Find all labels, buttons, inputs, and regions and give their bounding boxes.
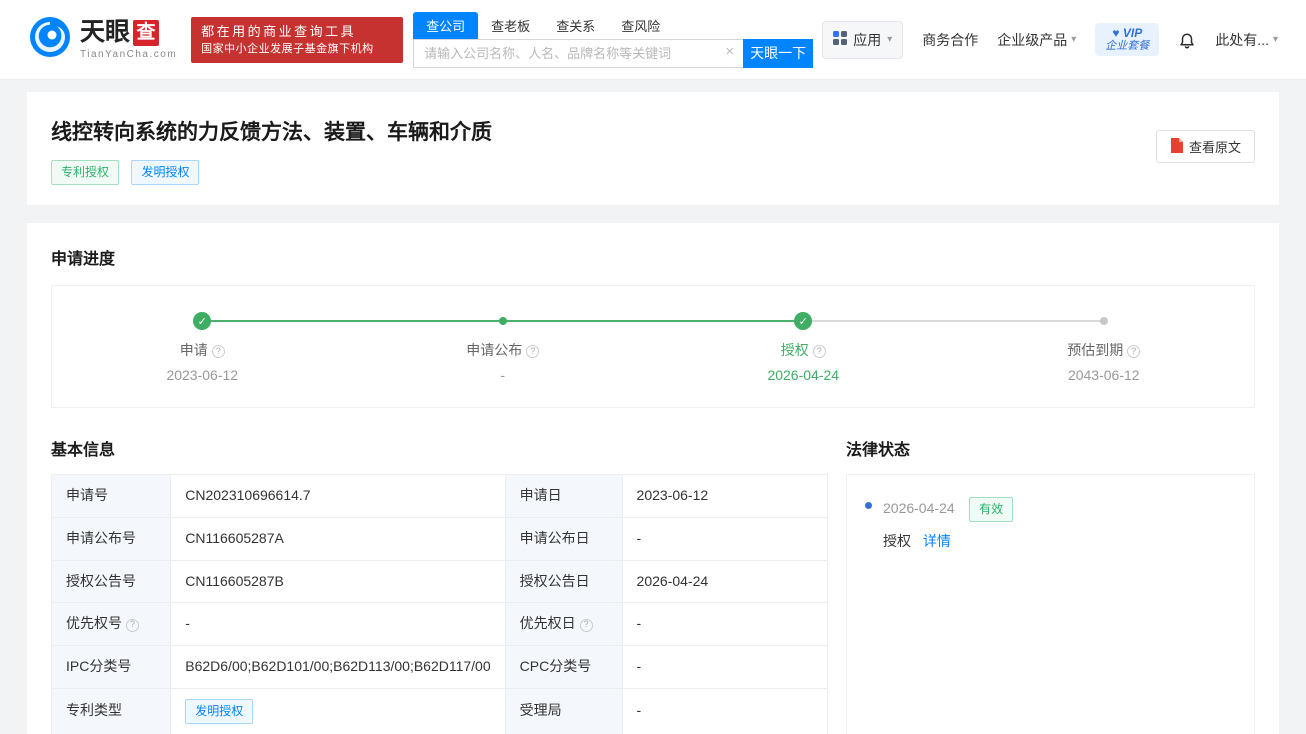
chevron-down-icon: ▾ — [1273, 34, 1278, 45]
tab-search-boss[interactable]: 查老板 — [478, 12, 543, 39]
logo-domain: TianYanCha.com — [80, 49, 177, 60]
legal-status-panel: 2026-04-24 有效 授权 详情 — [846, 474, 1255, 734]
field-label: 申请公布号 — [52, 517, 171, 560]
header: 天眼 查 TianYanCha.com 都在用的商业查询工具 国家中小企业发展子… — [0, 0, 1306, 80]
field-value: B62D6/00;B62D101/00;B62D113/00;B62D117/0… — [171, 645, 505, 688]
field-label: 受理局 — [505, 688, 622, 734]
application-timeline: ✓ ✓ 申请? 2023-06-12 申请公布? - 授权? 2026-04-2… — [51, 285, 1255, 408]
info-icon[interactable]: ? — [126, 619, 139, 632]
field-label: 申请号 — [52, 475, 171, 518]
section-title-legal-status: 法律状态 — [846, 436, 1255, 460]
field-label: 申请公布日 — [505, 517, 622, 560]
check-circle-icon: ✓ — [193, 312, 211, 330]
basic-info-table: 申请号 CN202310696614.7 申请日 2023-06-12 申请公布… — [51, 474, 828, 734]
timeline-line-pending — [803, 320, 1104, 322]
patent-tags: 专利授权 发明授权 — [51, 160, 1255, 185]
search-area: 查公司 查老板 查关系 查风险 × 天眼一下 — [413, 12, 813, 68]
nav-business-cooperation[interactable]: 商务合作 — [922, 30, 978, 50]
field-value: CN116605287A — [171, 517, 505, 560]
slogan-line1: 都在用的商业查询工具 — [201, 22, 393, 42]
apps-label: 应用 — [853, 30, 881, 50]
field-value: - — [622, 688, 827, 734]
field-value: CN116605287B — [171, 560, 505, 603]
search-tabs: 查公司 查老板 查关系 查风险 — [413, 12, 813, 39]
clear-icon[interactable]: × — [725, 44, 734, 59]
logo-brand: 天眼 查 — [80, 20, 177, 46]
field-value: 2023-06-12 — [622, 475, 827, 518]
info-icon[interactable]: ? — [1127, 345, 1140, 358]
tab-search-company[interactable]: 查公司 — [413, 12, 478, 39]
tab-search-risk[interactable]: 查风险 — [608, 12, 673, 39]
field-value: 2026-04-24 — [622, 560, 827, 603]
field-label: 授权公告日 — [505, 560, 622, 603]
apps-dropdown[interactable]: 应用 ▾ — [822, 21, 903, 59]
field-label: 专利类型 — [52, 688, 171, 734]
view-original-button[interactable]: 查看原文 — [1156, 130, 1255, 163]
check-circle-icon: ✓ — [794, 312, 812, 330]
field-value: - — [622, 603, 827, 646]
main-content: 线控转向系统的力反馈方法、装置、车辆和介质 专利授权 发明授权 查看原文 申请进… — [0, 80, 1306, 734]
field-value: - — [622, 517, 827, 560]
info-icon[interactable]: ? — [526, 345, 539, 358]
section-title-progress: 申请进度 — [51, 245, 1255, 269]
timeline-step-publication: 申请公布? - — [353, 340, 654, 383]
pdf-icon — [1170, 138, 1183, 156]
tag-valid: 有效 — [969, 497, 1013, 522]
field-label: 申请日 — [505, 475, 622, 518]
chevron-down-icon: ▾ — [887, 34, 892, 45]
apps-grid-icon — [833, 31, 847, 48]
search-button[interactable]: 天眼一下 — [743, 39, 813, 68]
header-nav: 应用 ▾ 商务合作 企业级产品 ▾ ♥ VIP 企业套餐 此处有... ▾ — [822, 21, 1278, 59]
table-row: 申请公布号 CN116605287A 申请公布日 - — [52, 517, 828, 560]
field-label: 优先权号? — [52, 603, 171, 646]
timeline-step-grant: 授权? 2026-04-24 — [653, 340, 954, 383]
field-value: - — [622, 645, 827, 688]
table-row: 授权公告号 CN116605287B 授权公告日 2026-04-24 — [52, 560, 828, 603]
table-row: IPC分类号 B62D6/00;B62D101/00;B62D113/00;B6… — [52, 645, 828, 688]
search-input[interactable] — [413, 39, 743, 68]
notification-bell-icon[interactable] — [1178, 30, 1196, 49]
field-value: 发明授权 — [171, 688, 505, 734]
slogan-line2: 国家中小企业发展子基金旗下机构 — [201, 42, 393, 57]
field-label: 授权公告号 — [52, 560, 171, 603]
table-row: 专利类型 发明授权 受理局 - — [52, 688, 828, 734]
info-icon[interactable]: ? — [580, 619, 593, 632]
logo-icon — [28, 15, 72, 64]
tag-invention-granted: 发明授权 — [131, 160, 199, 185]
vip-enterprise-badge[interactable]: ♥ VIP 企业套餐 — [1095, 23, 1159, 57]
logo-cha-box: 查 — [133, 20, 159, 46]
chevron-down-icon: ▾ — [1071, 34, 1076, 45]
info-icon[interactable]: ? — [212, 345, 225, 358]
slogan-banner: 都在用的商业查询工具 国家中小企业发展子基金旗下机构 — [191, 17, 403, 63]
timeline-step-expiry: 预估到期? 2043-06-12 — [954, 340, 1255, 383]
field-value: - — [171, 603, 505, 646]
field-label: IPC分类号 — [52, 645, 171, 688]
tag-invention-granted: 发明授权 — [185, 699, 253, 724]
patent-detail-card: 申请进度 ✓ ✓ 申请? 2023-06-12 申请公布? - — [27, 223, 1279, 734]
vip-heart-icon: ♥ — [1112, 26, 1119, 40]
dot-node-icon — [1100, 317, 1108, 325]
legal-status-action: 授权 — [883, 533, 911, 549]
nav-enterprise-products[interactable]: 企业级产品 ▾ — [997, 30, 1076, 50]
patent-title-card: 线控转向系统的力反馈方法、装置、车辆和介质 专利授权 发明授权 查看原文 — [27, 92, 1279, 205]
info-icon[interactable]: ? — [813, 345, 826, 358]
bullet-dot-icon — [865, 502, 872, 509]
field-label: 优先权日? — [505, 603, 622, 646]
dot-node-icon — [499, 317, 507, 325]
timeline-step-application: 申请? 2023-06-12 — [52, 340, 353, 383]
field-label: CPC分类号 — [505, 645, 622, 688]
legal-status-detail-link[interactable]: 详情 — [923, 533, 951, 549]
legal-status-date: 2026-04-24 — [883, 500, 955, 516]
logo[interactable]: 天眼 查 TianYanCha.com — [28, 15, 177, 64]
legal-status-item: 2026-04-24 有效 授权 详情 — [865, 497, 1236, 551]
table-row: 申请号 CN202310696614.7 申请日 2023-06-12 — [52, 475, 828, 518]
section-title-basic-info: 基本信息 — [51, 436, 828, 460]
tag-patent-granted: 专利授权 — [51, 160, 119, 185]
tab-search-relation[interactable]: 查关系 — [543, 12, 608, 39]
user-account-dropdown[interactable]: 此处有... ▾ — [1215, 30, 1278, 50]
table-row: 优先权号? - 优先权日? - — [52, 603, 828, 646]
page-title: 线控转向系统的力反馈方法、装置、车辆和介质 — [51, 116, 1255, 146]
field-value: CN202310696614.7 — [171, 475, 505, 518]
